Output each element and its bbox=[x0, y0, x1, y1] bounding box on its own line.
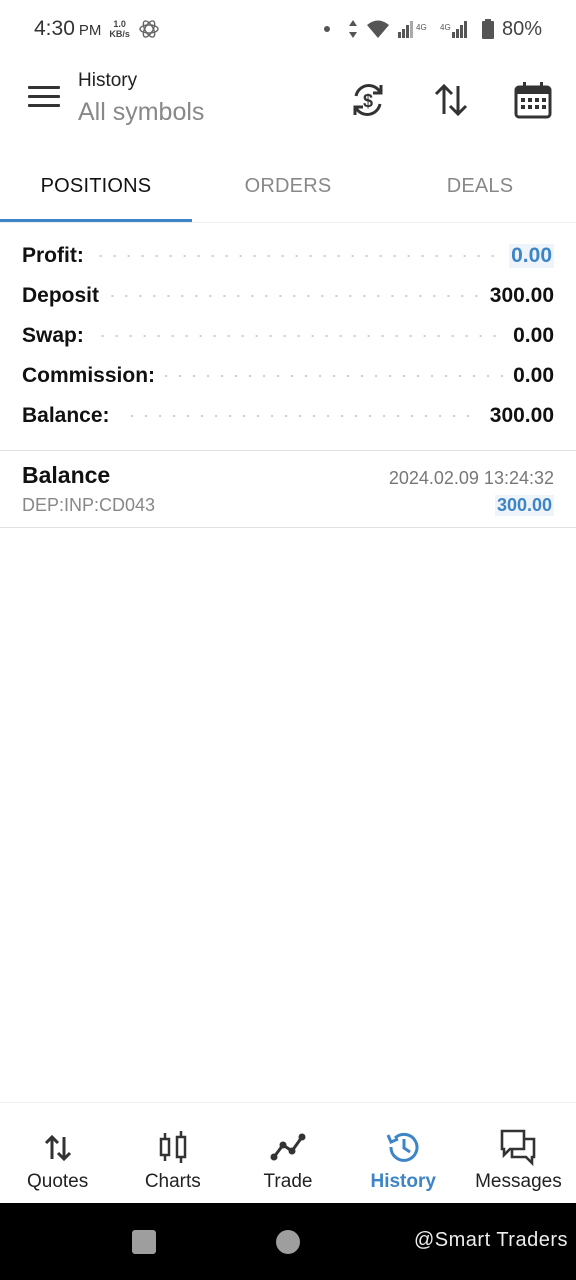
nav-item-charts[interactable]: Charts bbox=[115, 1103, 230, 1203]
deposit-value: 300.00 bbox=[489, 284, 554, 307]
dotted-leader bbox=[165, 375, 504, 377]
history-icon bbox=[386, 1132, 419, 1162]
dotted-leader bbox=[109, 295, 480, 297]
summary-row-balance: Balance: 300.00 bbox=[22, 396, 554, 436]
tab-orders[interactable]: ORDERS bbox=[192, 160, 384, 222]
summary-divider bbox=[0, 450, 576, 451]
svg-text:$: $ bbox=[363, 91, 373, 111]
trade-icon bbox=[270, 1133, 306, 1161]
status-bar: 4:30 PM 1.0 KB/s 4G 4G 80% bbox=[0, 0, 576, 58]
profit-value: 0.00 bbox=[509, 244, 554, 268]
deal-divider bbox=[0, 527, 576, 528]
status-icons: 4G 4G 80% bbox=[323, 17, 542, 41]
nav-item-quotes[interactable]: Quotes bbox=[0, 1103, 115, 1203]
app-header: History All symbols $ bbox=[0, 62, 576, 142]
menu-icon[interactable] bbox=[28, 86, 60, 112]
swap-label: Swap: bbox=[22, 324, 84, 347]
status-ampm: PM bbox=[78, 22, 102, 39]
notification-dot-icon bbox=[323, 26, 330, 32]
history-tabs: POSITIONS ORDERS DEALS bbox=[0, 160, 576, 222]
header-subtitle: History bbox=[78, 70, 138, 91]
deposit-label: Deposit bbox=[22, 284, 100, 307]
deal-time: 2024.02.09 13:24:32 bbox=[388, 468, 554, 488]
nav-label-trade: Trade bbox=[263, 1171, 313, 1192]
wifi-icon bbox=[366, 20, 389, 38]
atom-icon bbox=[139, 20, 159, 38]
nav-label-history: History bbox=[370, 1171, 436, 1192]
balance-label: Balance: bbox=[22, 404, 110, 427]
status-time: 4:30 PM bbox=[34, 17, 101, 41]
nav-label-charts: Charts bbox=[144, 1171, 201, 1192]
svg-text:4G: 4G bbox=[440, 23, 451, 32]
currency-exchange-icon[interactable]: $ bbox=[348, 80, 388, 120]
summary-row-deposit: Deposit 300.00 bbox=[22, 276, 554, 316]
battery-percentage: 80% bbox=[501, 17, 542, 40]
balance-value: 300.00 bbox=[489, 404, 554, 427]
bottom-navigation: Quotes Charts Trade History Messages bbox=[0, 1102, 576, 1203]
header-titles[interactable]: History All symbols bbox=[78, 70, 204, 127]
network-speed: 1.0 KB/s bbox=[109, 19, 130, 39]
network-speed-unit: KB/s bbox=[109, 29, 130, 39]
home-icon[interactable] bbox=[276, 1230, 300, 1254]
dotted-leader bbox=[93, 335, 504, 337]
deal-type: Balance bbox=[22, 462, 111, 488]
commission-label: Commission: bbox=[22, 364, 156, 387]
charts-icon bbox=[159, 1131, 187, 1163]
messages-icon bbox=[501, 1129, 536, 1167]
data-arrows-icon bbox=[348, 20, 357, 38]
signal-4g-icon: 4G bbox=[397, 21, 427, 38]
profit-label: Profit: bbox=[22, 244, 84, 267]
calendar-icon[interactable] bbox=[513, 80, 553, 120]
quotes-icon bbox=[44, 1134, 71, 1162]
nav-item-messages[interactable]: Messages bbox=[461, 1103, 576, 1203]
dotted-leader bbox=[119, 415, 480, 417]
list-item[interactable]: Balance DEP:INP:CD043 2024.02.09 13:24:3… bbox=[22, 452, 554, 526]
summary-row-commission: Commission: 0.00 bbox=[22, 356, 554, 396]
dotted-leader bbox=[93, 255, 500, 257]
summary-row-swap: Swap: 0.00 bbox=[22, 316, 554, 356]
status-time-value: 4:30 bbox=[34, 17, 75, 40]
signal-4g-icon-2: 4G bbox=[440, 21, 467, 38]
recent-apps-icon[interactable] bbox=[132, 1230, 156, 1254]
sort-icon[interactable] bbox=[431, 80, 471, 120]
deal-comment: DEP:INP:CD043 bbox=[22, 495, 156, 515]
swap-value: 0.00 bbox=[513, 324, 554, 347]
deal-amount: 300.00 bbox=[494, 495, 554, 516]
system-navigation-bar: @Smart Traders bbox=[0, 1203, 576, 1280]
commission-value: 0.00 bbox=[513, 364, 554, 387]
nav-label-quotes: Quotes bbox=[26, 1171, 89, 1192]
symbol-filter-title: All symbols bbox=[78, 98, 205, 126]
battery-icon bbox=[481, 19, 494, 39]
nav-item-history[interactable]: History bbox=[346, 1103, 461, 1203]
tab-deals[interactable]: DEALS bbox=[384, 160, 576, 222]
tab-positions[interactable]: POSITIONS bbox=[0, 160, 192, 222]
watermark-text: @Smart Traders bbox=[413, 1229, 568, 1251]
account-summary: Profit: 0.00 Deposit 300.00 Swap: 0.00 C… bbox=[22, 236, 554, 436]
nav-label-messages: Messages bbox=[475, 1171, 562, 1192]
tabs-divider bbox=[0, 222, 576, 223]
mt5-history-screen: 4:30 PM 1.0 KB/s 4G 4G 80% History All s… bbox=[0, 0, 576, 1280]
summary-row-profit: Profit: 0.00 bbox=[22, 236, 554, 276]
nav-item-trade[interactable]: Trade bbox=[230, 1103, 345, 1203]
svg-text:4G: 4G bbox=[416, 23, 427, 32]
network-speed-value: 1.0 bbox=[113, 19, 126, 29]
